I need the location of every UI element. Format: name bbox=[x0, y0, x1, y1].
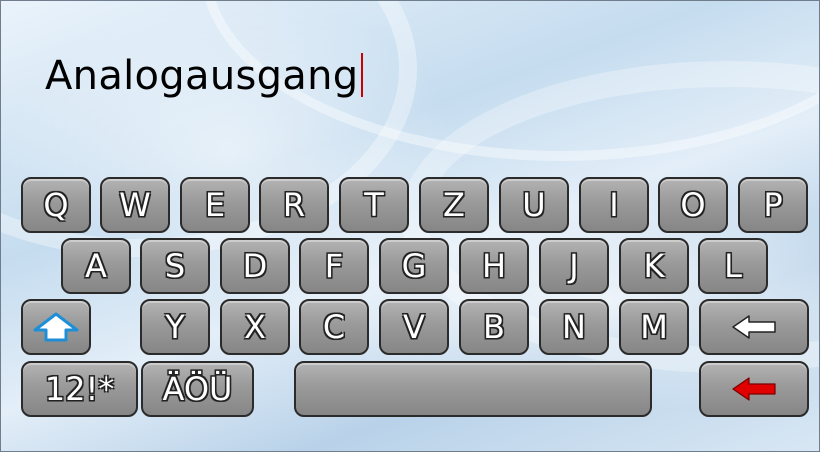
key-x[interactable]: X bbox=[220, 299, 290, 355]
key-label: P bbox=[763, 186, 783, 224]
key-l[interactable]: L bbox=[698, 238, 768, 294]
key-label: U bbox=[522, 186, 546, 224]
key-label: X bbox=[244, 308, 266, 346]
key-k[interactable]: K bbox=[619, 238, 689, 294]
key-label: D bbox=[242, 247, 268, 285]
space-key[interactable] bbox=[294, 361, 652, 417]
text-cursor bbox=[361, 53, 364, 97]
key-i[interactable]: I bbox=[579, 177, 649, 233]
key-label: E bbox=[204, 186, 226, 224]
key-j[interactable]: J bbox=[539, 238, 609, 294]
key-r[interactable]: R bbox=[259, 177, 329, 233]
key-m[interactable]: M bbox=[619, 299, 689, 355]
key-label: H bbox=[481, 247, 507, 285]
key-label: O bbox=[680, 186, 706, 224]
key-t[interactable]: T bbox=[339, 177, 409, 233]
key-g[interactable]: G bbox=[379, 238, 449, 294]
shift-key[interactable] bbox=[21, 299, 91, 355]
text-input-value: Analogausgang bbox=[45, 53, 359, 99]
key-v[interactable]: V bbox=[379, 299, 449, 355]
umlaut-key[interactable]: ÄÖÜ bbox=[141, 361, 254, 417]
backspace-key[interactable] bbox=[699, 299, 809, 355]
key-label: ÄÖÜ bbox=[162, 370, 233, 408]
key-c[interactable]: C bbox=[299, 299, 369, 355]
numbers-symbols-key[interactable]: 12!* bbox=[21, 361, 138, 417]
key-h[interactable]: H bbox=[459, 238, 529, 294]
key-label: N bbox=[562, 308, 586, 346]
key-w[interactable]: W bbox=[100, 177, 170, 233]
key-label: G bbox=[401, 247, 427, 285]
key-d[interactable]: D bbox=[220, 238, 290, 294]
key-label: V bbox=[403, 308, 425, 346]
key-label: I bbox=[609, 186, 619, 224]
key-label: 12!* bbox=[44, 370, 115, 408]
shift-up-arrow-icon bbox=[33, 312, 79, 342]
key-a[interactable]: A bbox=[61, 238, 131, 294]
key-y[interactable]: Y bbox=[140, 299, 210, 355]
key-z[interactable]: Z bbox=[419, 177, 489, 233]
key-f[interactable]: F bbox=[299, 238, 369, 294]
key-e[interactable]: E bbox=[180, 177, 250, 233]
key-label: J bbox=[569, 247, 579, 285]
key-label: S bbox=[164, 247, 186, 285]
key-label: W bbox=[119, 186, 151, 224]
key-n[interactable]: N bbox=[539, 299, 609, 355]
key-label: B bbox=[483, 308, 505, 346]
key-label: T bbox=[364, 186, 384, 224]
key-label: K bbox=[643, 247, 665, 285]
key-label: Y bbox=[165, 308, 185, 346]
key-u[interactable]: U bbox=[499, 177, 569, 233]
keyboard-screen: Analogausgang Q W E R T Z U I O P A S D … bbox=[0, 0, 820, 452]
key-o[interactable]: O bbox=[658, 177, 728, 233]
key-q[interactable]: Q bbox=[21, 177, 91, 233]
key-b[interactable]: B bbox=[459, 299, 529, 355]
enter-key[interactable] bbox=[699, 361, 809, 417]
key-label: C bbox=[322, 308, 346, 346]
key-label: A bbox=[85, 247, 107, 285]
key-s[interactable]: S bbox=[140, 238, 210, 294]
key-label: Z bbox=[443, 186, 465, 224]
key-label: Q bbox=[43, 186, 69, 224]
text-input[interactable]: Analogausgang bbox=[45, 53, 364, 99]
key-label: M bbox=[640, 308, 668, 346]
red-left-arrow-icon bbox=[731, 376, 777, 402]
key-label: F bbox=[324, 247, 344, 285]
left-arrow-icon bbox=[731, 314, 777, 340]
key-p[interactable]: P bbox=[738, 177, 808, 233]
key-label: L bbox=[724, 247, 742, 285]
key-label: R bbox=[282, 186, 306, 224]
